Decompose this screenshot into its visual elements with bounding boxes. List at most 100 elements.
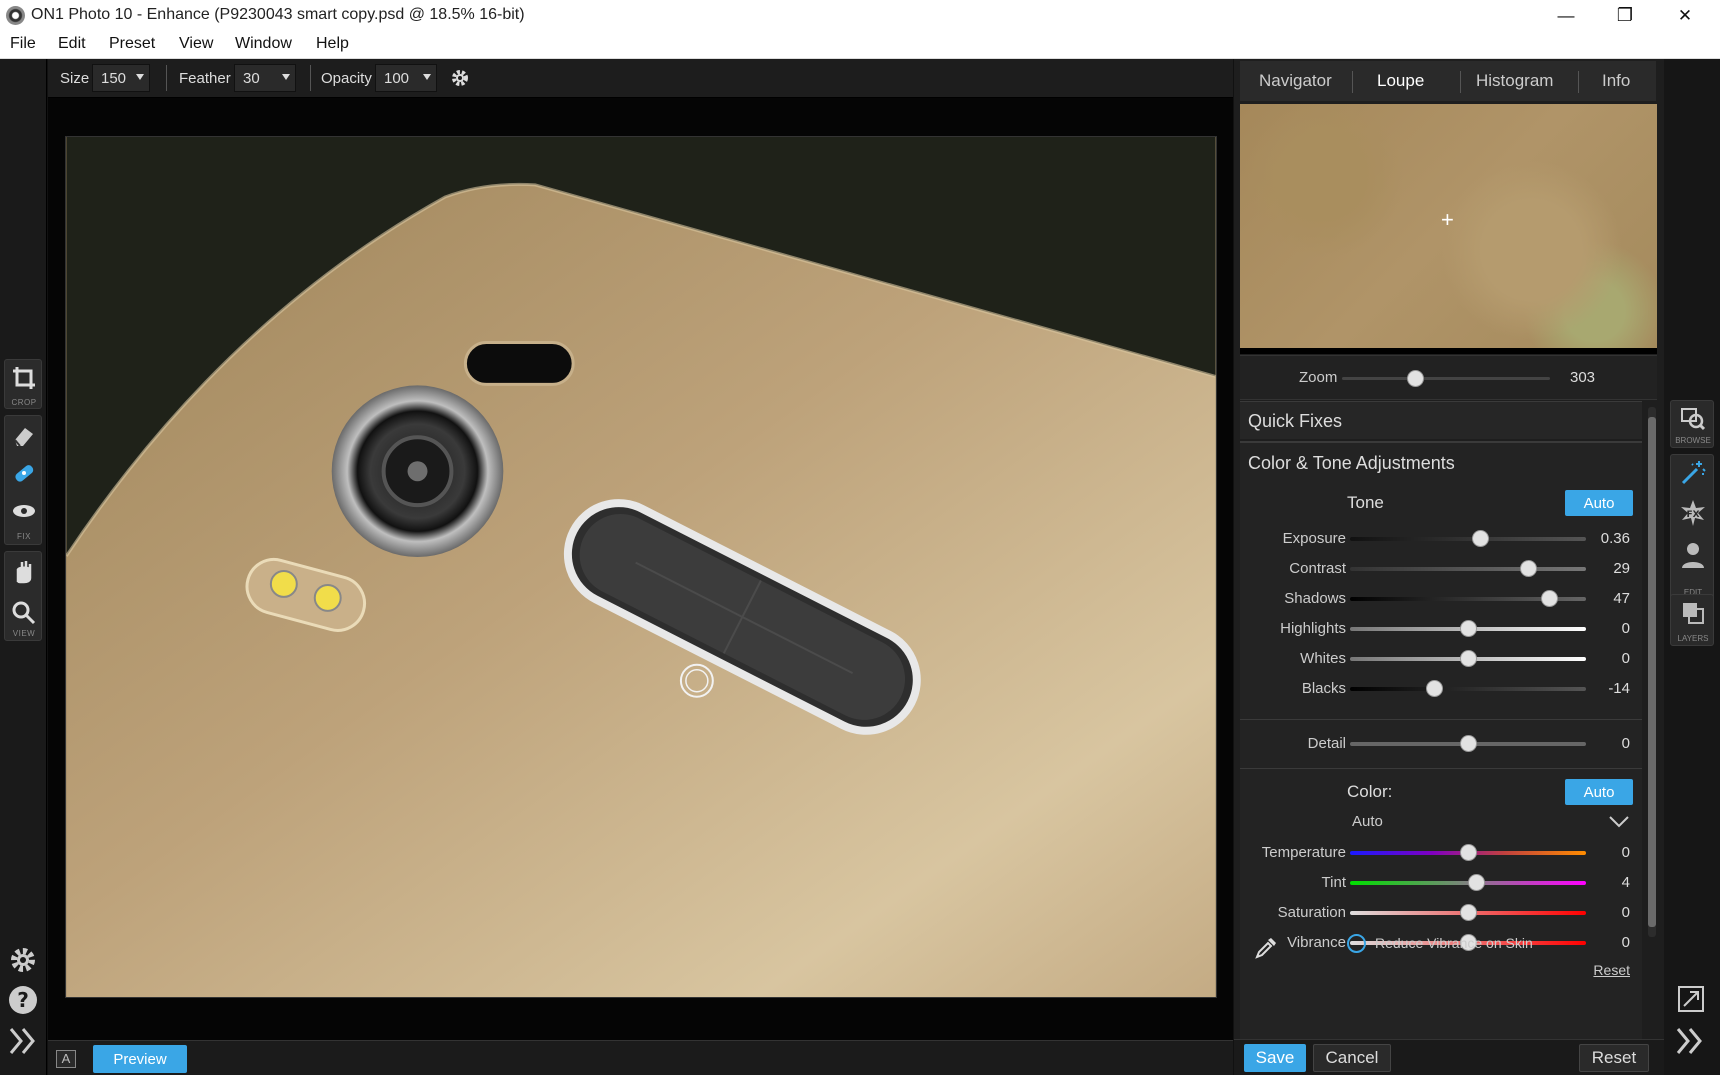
detail-slider-label: Detail — [1307, 735, 1346, 752]
opacity-value: 100 — [384, 70, 410, 87]
color-slider-value: 0 — [1621, 844, 1630, 861]
detail-slider-row-detail: Detail 0 — [1240, 730, 1642, 758]
brush-settings-button[interactable] — [451, 69, 469, 91]
save-button[interactable]: Save — [1244, 1044, 1306, 1072]
chevron-down-icon — [282, 74, 290, 80]
color-slider-thumb[interactable] — [1460, 844, 1477, 861]
tone-slider-value: 0 — [1621, 650, 1630, 667]
view-mode-badge[interactable]: A — [56, 1050, 76, 1068]
opacity-label: Opacity — [321, 70, 372, 87]
menu-file[interactable]: File — [10, 35, 36, 53]
color-auto-button[interactable]: Auto — [1565, 779, 1633, 805]
tone-slider-thumb[interactable] — [1425, 680, 1443, 697]
reset-link[interactable]: Reset — [1593, 962, 1630, 978]
detail-slider-thumb[interactable] — [1460, 735, 1477, 752]
tab-histogram[interactable]: Histogram — [1476, 71, 1553, 91]
tone-slider-track[interactable] — [1350, 567, 1586, 571]
maximize-button[interactable]: ❐ — [1595, 0, 1655, 31]
tone-slider-row-exposure: Exposure 0.36 — [1240, 525, 1642, 553]
tone-slider-thumb[interactable] — [1541, 590, 1559, 607]
divider — [1460, 71, 1461, 93]
help-button[interactable]: ? — [7, 984, 39, 1020]
tone-slider-track[interactable] — [1350, 537, 1586, 541]
tone-slider-thumb[interactable] — [1520, 560, 1538, 577]
redeye-tool-button[interactable] — [9, 496, 39, 526]
healing-tool-button[interactable] — [9, 458, 39, 488]
quick-fixes-header[interactable]: Quick Fixes — [1240, 401, 1642, 439]
panel-footer: Save Cancel Reset — [1234, 1039, 1664, 1075]
color-slider-thumb[interactable] — [1460, 904, 1477, 921]
tool-options-bar: Size 150 Feather 30 Opacity 100 — [48, 59, 1233, 98]
fix-tool-group: FIX — [4, 415, 42, 545]
expand-left-button[interactable] — [7, 1025, 39, 1061]
menu-edit[interactable]: Edit — [58, 35, 86, 53]
size-value: 150 — [101, 70, 127, 87]
tone-slider-value: -14 — [1608, 680, 1630, 697]
menu-preset[interactable]: Preset — [109, 35, 155, 53]
chevron-down-icon — [1609, 816, 1629, 828]
tone-slider-label: Exposure — [1282, 530, 1346, 547]
size-dropdown[interactable]: 150 — [92, 64, 150, 92]
divider — [1352, 71, 1353, 93]
reduce-vibrance-toggle[interactable]: Reduce Vibrance on Skin — [1347, 932, 1627, 958]
tone-slider-thumb[interactable] — [1471, 530, 1489, 547]
photo-canvas[interactable] — [65, 136, 1217, 998]
color-slider-thumb[interactable] — [1468, 874, 1486, 891]
tone-slider-thumb[interactable] — [1460, 620, 1477, 637]
svg-text:FX: FX — [1686, 510, 1699, 520]
crop-caption: CROP — [11, 398, 37, 407]
scrollbar-thumb[interactable] — [1648, 417, 1656, 927]
tone-label: Tone — [1347, 493, 1384, 512]
tone-slider-label: Highlights — [1280, 620, 1346, 637]
layers-module-button[interactable]: LAYERS — [1670, 594, 1714, 646]
zoom-label: Zoom — [1299, 369, 1338, 386]
tone-auto-button[interactable]: Auto — [1565, 490, 1633, 516]
crop-tool-button[interactable] — [9, 363, 39, 393]
portrait-module-button[interactable] — [1679, 541, 1707, 569]
zoom-tool-button[interactable] — [9, 598, 39, 628]
reset-button[interactable]: Reset — [1579, 1044, 1649, 1072]
zoom-row: Zoom 303 — [1240, 355, 1657, 400]
zoom-slider-thumb[interactable] — [1406, 370, 1424, 387]
tone-slider-row-highlights: Highlights 0 — [1240, 615, 1642, 643]
tab-loupe[interactable]: Loupe — [1377, 71, 1424, 91]
enhance-module-button[interactable] — [1679, 459, 1707, 487]
preview-button[interactable]: Preview — [93, 1045, 187, 1073]
minimize-button[interactable]: — — [1536, 0, 1596, 31]
tab-info[interactable]: Info — [1602, 71, 1630, 91]
menu-bar: File Edit Preset View Window Help — [0, 31, 1720, 59]
tone-slider-value: 47 — [1613, 590, 1630, 607]
tone-slider-track[interactable] — [1350, 687, 1586, 691]
browse-module-button[interactable]: BROWSE — [1670, 400, 1714, 448]
settings-button[interactable] — [7, 944, 39, 980]
collapse-right-button[interactable] — [1674, 1025, 1706, 1061]
close-button[interactable]: ✕ — [1655, 0, 1715, 31]
hand-icon — [16, 561, 32, 584]
reduce-vibrance-label: Reduce Vibrance on Skin — [1375, 935, 1533, 951]
menu-view[interactable]: View — [179, 35, 213, 53]
eyedropper-button[interactable] — [1254, 936, 1278, 964]
eraser-tool-button[interactable] — [9, 420, 39, 450]
tab-navigator[interactable]: Navigator — [1259, 71, 1332, 91]
hand-tool-button[interactable] — [9, 556, 39, 586]
svg-text:?: ? — [17, 988, 29, 1012]
fullscreen-button[interactable] — [1678, 986, 1704, 1016]
canvas-area[interactable] — [48, 98, 1233, 1040]
menu-window[interactable]: Window — [235, 35, 292, 53]
tone-slider-label: Blacks — [1301, 680, 1346, 697]
tone-slider-thumb[interactable] — [1460, 650, 1477, 667]
double-chevron-right-icon — [9, 1028, 35, 1054]
left-tool-strip: CROP FIX VIEW ? — [0, 59, 47, 1075]
divider — [310, 65, 311, 91]
opacity-dropdown[interactable]: 100 — [375, 64, 437, 92]
panel-scrollbar[interactable] — [1648, 407, 1656, 937]
module-strip: BROWSE FX EDIT LAYERS — [1664, 59, 1720, 1075]
color-mode-dropdown[interactable]: Auto — [1340, 810, 1630, 836]
zoom-slider-track[interactable] — [1342, 370, 1550, 387]
color-label: Color: — [1347, 782, 1393, 801]
effects-module-button[interactable]: FX — [1679, 499, 1707, 527]
color-slider-value: 4 — [1621, 874, 1630, 891]
cancel-button[interactable]: Cancel — [1313, 1044, 1391, 1072]
menu-help[interactable]: Help — [316, 35, 349, 53]
feather-dropdown[interactable]: 30 — [234, 64, 296, 92]
